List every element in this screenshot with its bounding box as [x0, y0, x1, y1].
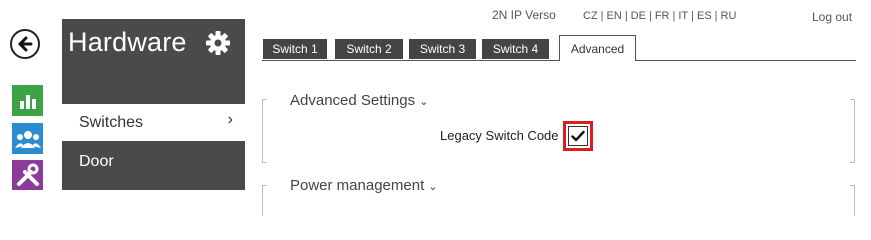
- separator: |: [600, 10, 604, 22]
- section-border-left: [262, 185, 267, 216]
- section-title: Power management: [290, 177, 425, 194]
- language-fr[interactable]: FR: [655, 10, 670, 22]
- device-name: 2N IP Verso: [492, 8, 556, 22]
- chevron-down-icon: ⌄: [419, 96, 429, 108]
- legacy-switch-code-label: Legacy Switch Code: [440, 128, 559, 143]
- legacy-switch-code-checkbox[interactable]: [568, 126, 588, 146]
- language-cz[interactable]: CZ: [583, 10, 598, 22]
- checkmark-icon: [571, 130, 585, 142]
- settings-button[interactable]: [205, 30, 231, 56]
- separator: |: [691, 10, 694, 22]
- section-border-right: [850, 99, 855, 163]
- logout-link[interactable]: Log out: [812, 10, 852, 24]
- section-border-left: [262, 99, 267, 163]
- sidebar-item-label: Switches: [79, 113, 144, 131]
- page-title: Hardware: [68, 27, 187, 57]
- back-button[interactable]: [10, 29, 40, 59]
- language-ru[interactable]: RU: [721, 10, 737, 22]
- tab-switch-3[interactable]: Switch 3: [409, 39, 476, 59]
- section-border-right: [850, 185, 855, 216]
- bar-chart-icon: [19, 94, 36, 109]
- language-selector: CZ | EN | DE | FR | IT | ES | RU: [583, 10, 736, 22]
- chevron-right-icon: ›: [227, 111, 233, 128]
- sidebar-item-switches[interactable]: Switches ›: [62, 104, 245, 141]
- tools-icon: [16, 163, 39, 186]
- chevron-down-icon: ⌄: [428, 181, 438, 193]
- gear-icon: [206, 31, 230, 55]
- language-de[interactable]: DE: [631, 10, 646, 22]
- language-en[interactable]: EN: [607, 10, 622, 22]
- arrow-left-icon: [18, 36, 33, 52]
- power-management-header[interactable]: Power management ⌄: [290, 177, 438, 194]
- language-it[interactable]: IT: [678, 10, 688, 22]
- section-title: Advanced Settings: [290, 92, 416, 109]
- separator: |: [648, 10, 652, 22]
- tab-switch-1[interactable]: Switch 1: [263, 39, 327, 59]
- users-icon: [14, 130, 41, 148]
- sidebar-item-label: Door: [79, 152, 114, 170]
- tab-switch-2[interactable]: Switch 2: [335, 39, 403, 59]
- separator: |: [624, 10, 628, 22]
- sidebar-item-door[interactable]: Door: [62, 144, 245, 179]
- separator: |: [714, 10, 718, 22]
- separator: |: [672, 10, 676, 22]
- tab-advanced[interactable]: Advanced: [559, 35, 636, 61]
- tab-switch-4[interactable]: Switch 4: [482, 39, 549, 59]
- users-nav-button[interactable]: [12, 123, 43, 154]
- language-es[interactable]: ES: [697, 10, 712, 22]
- status-nav-button[interactable]: [12, 85, 43, 116]
- services-nav-button[interactable]: [12, 160, 43, 190]
- advanced-settings-header[interactable]: Advanced Settings ⌄: [290, 92, 428, 109]
